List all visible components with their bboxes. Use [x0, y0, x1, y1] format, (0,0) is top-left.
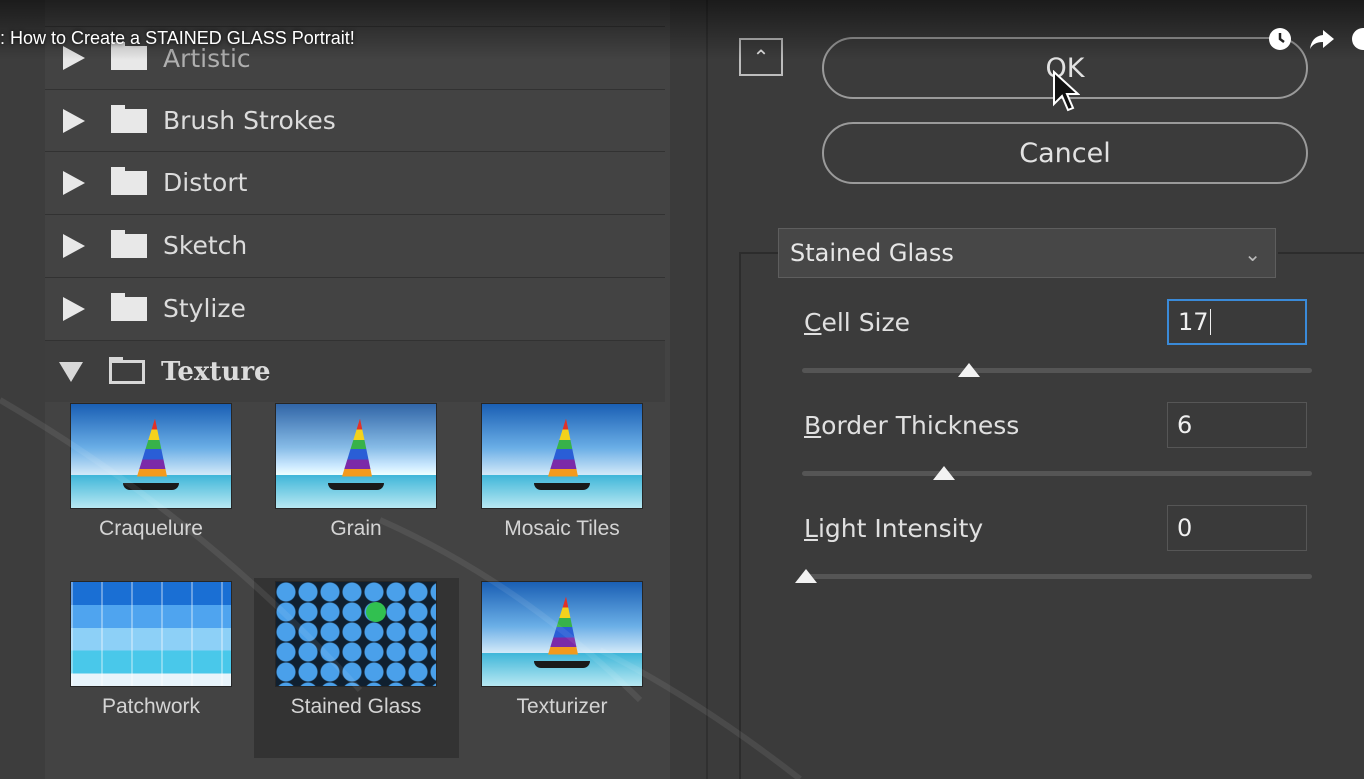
more-circle-icon[interactable]: [1350, 26, 1364, 52]
thumbnail-image: [275, 581, 437, 687]
thumbnail-image: [70, 403, 232, 509]
panel-divider: [706, 0, 708, 779]
light-intensity-label: Light Intensity: [804, 514, 983, 543]
filter-gallery-dialog: Artistic Brush Strokes Distort Sketch St…: [0, 0, 1364, 779]
preview-edge: [0, 0, 45, 779]
cell-size-slider-knob[interactable]: [958, 363, 981, 377]
border-thickness-slider-knob[interactable]: [932, 466, 955, 480]
filter-thumb-mosaic-tiles[interactable]: Mosaic Tiles: [481, 403, 643, 541]
video-title[interactable]: : How to Create a STAINED GLASS Portrait…: [0, 28, 355, 49]
filter-thumb-label: Mosaic Tiles: [504, 517, 620, 540]
mnemonic: B: [804, 411, 822, 440]
filter-type-value: Stained Glass: [790, 239, 954, 267]
filter-thumb-label: Patchwork: [101, 695, 201, 718]
group-border: [739, 252, 779, 254]
share-arrow-icon[interactable]: [1309, 26, 1335, 52]
category-brush-strokes[interactable]: Brush Strokes: [45, 89, 665, 151]
group-border: [1278, 252, 1364, 254]
thumbnail-image: [275, 403, 437, 509]
chevron-down-icon: ⌄: [1244, 242, 1261, 266]
expand-triangle-icon: [63, 296, 85, 321]
watch-later-clock-icon[interactable]: [1267, 26, 1293, 52]
border-thickness-value: 6: [1177, 411, 1193, 439]
border-thickness-label: Border Thickness: [804, 411, 1019, 440]
cell-size-value: 17: [1178, 308, 1209, 336]
category-label: Sketch: [163, 231, 248, 260]
folder-icon: [111, 104, 147, 133]
text-caret: [1209, 309, 1211, 335]
filter-thumb-label: Stained Glass: [290, 695, 422, 718]
folder-icon: [111, 292, 147, 321]
cell-size-slider-track[interactable]: [802, 368, 1312, 373]
border-thickness-input[interactable]: 6: [1167, 402, 1307, 448]
filter-thumb-label: Grain: [330, 517, 382, 540]
filter-thumb-label: Craquelure: [99, 517, 203, 540]
cell-size-label: Cell Size: [804, 308, 910, 337]
mnemonic: L: [804, 514, 818, 543]
mnemonic: C: [804, 308, 822, 337]
collapse-triangle-icon: [59, 361, 83, 382]
filter-thumb-craquelure[interactable]: Craquelure: [70, 403, 232, 541]
filter-thumb-stained-glass[interactable]: Stained Glass: [275, 581, 437, 719]
group-border: [739, 252, 741, 779]
folder-icon: [111, 166, 147, 195]
filter-thumb-label: Texturizer: [516, 695, 608, 718]
category-texture[interactable]: Texture: [45, 340, 665, 402]
category-distort[interactable]: Distort: [45, 151, 665, 213]
light-intensity-slider-knob[interactable]: [795, 569, 817, 583]
cell-size-input[interactable]: 17: [1167, 299, 1307, 345]
open-folder-icon: [109, 356, 145, 384]
filter-type-select[interactable]: Stained Glass ⌄: [778, 228, 1276, 278]
border-thickness-slider-track[interactable]: [802, 471, 1312, 476]
filter-thumb-patchwork[interactable]: Patchwork: [70, 581, 232, 719]
thumbnail-image: [481, 581, 643, 687]
light-intensity-slider-track[interactable]: [802, 574, 1312, 579]
cancel-button[interactable]: Cancel: [822, 122, 1308, 184]
light-intensity-input[interactable]: 0: [1167, 505, 1307, 551]
expand-triangle-icon: [63, 108, 85, 133]
filter-thumb-texturizer[interactable]: Texturizer: [481, 581, 643, 719]
expand-triangle-icon: [63, 233, 85, 258]
filter-thumb-grain[interactable]: Grain: [275, 403, 437, 541]
category-label: Stylize: [163, 294, 246, 323]
category-sketch[interactable]: Sketch: [45, 214, 665, 276]
category-label: Texture: [161, 356, 271, 387]
label-rest: ight Intensity: [817, 514, 984, 543]
thumbnail-image: [70, 581, 232, 687]
category-label: Brush Strokes: [163, 106, 336, 135]
expand-triangle-icon: [63, 170, 85, 195]
category-stylize[interactable]: Stylize: [45, 277, 665, 339]
label-rest: order Thickness: [821, 411, 1020, 440]
light-intensity-value: 0: [1177, 514, 1193, 542]
category-label: Distort: [163, 168, 248, 197]
thumbnail-image: [481, 403, 643, 509]
folder-icon: [111, 229, 147, 258]
label-rest: ell Size: [821, 308, 911, 337]
